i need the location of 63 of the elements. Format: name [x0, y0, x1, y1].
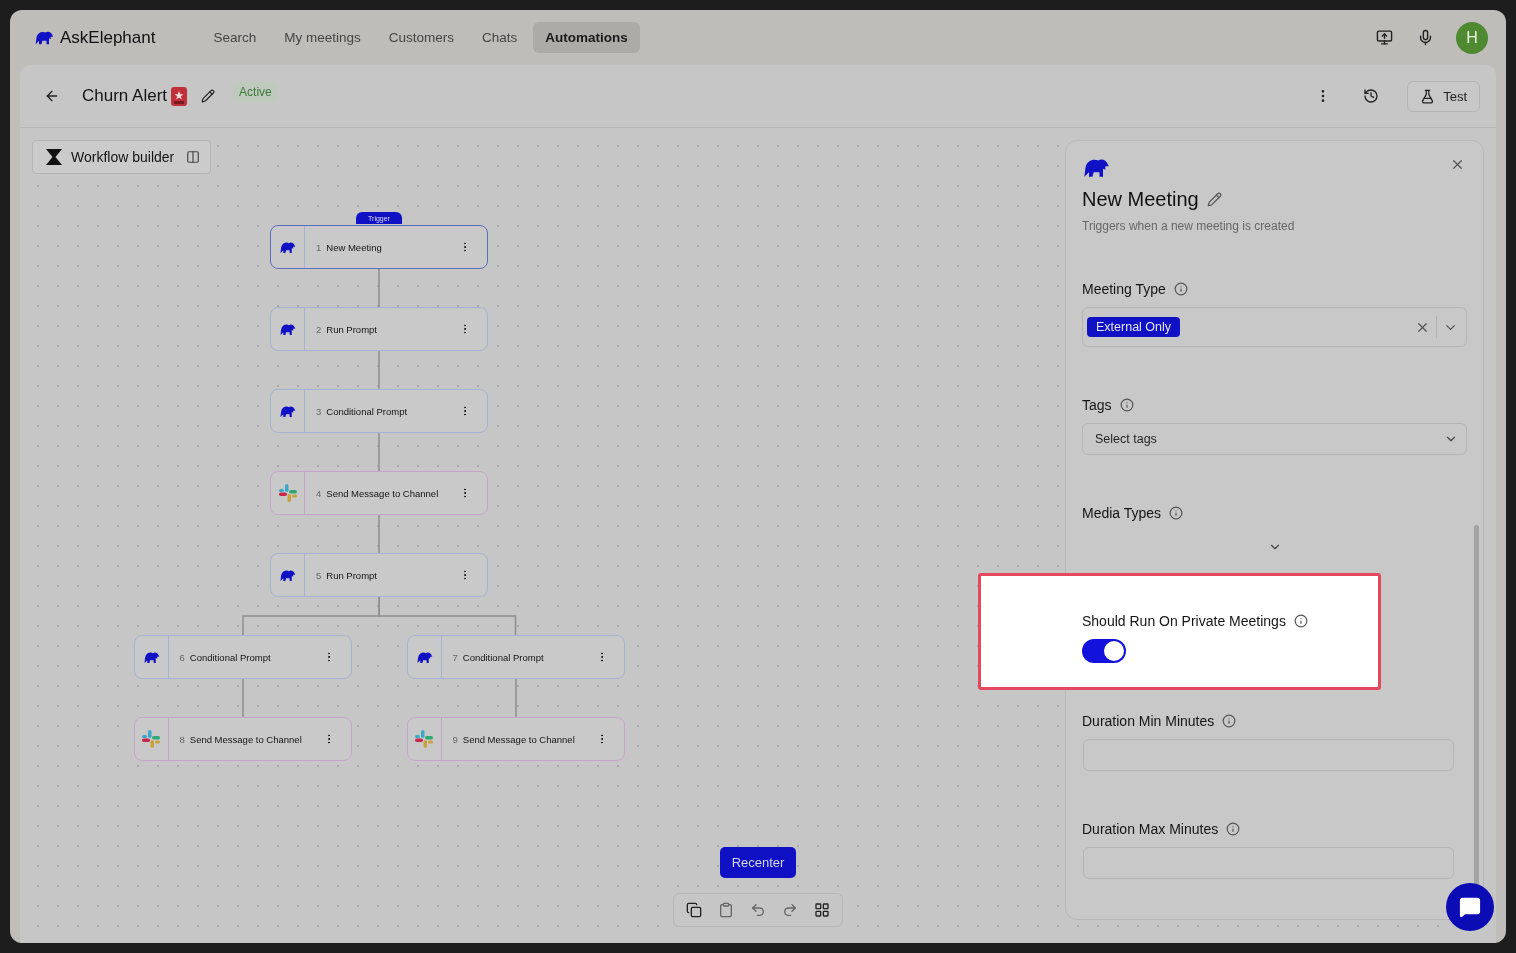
elephant-icon	[279, 322, 296, 336]
edit-pencil-icon[interactable]	[1206, 192, 1222, 207]
workflow-node[interactable]: 9 Send Message to Channel	[406, 717, 625, 761]
status-badge: Active	[233, 82, 278, 102]
workflow-node[interactable]: 3 Conditional Prompt	[270, 389, 488, 433]
nav-link[interactable]: Customers	[376, 22, 467, 53]
workflow-node[interactable]: 8 Send Message to Channel	[133, 717, 352, 761]
siren-icon	[171, 86, 188, 106]
flask-icon	[1420, 88, 1436, 104]
nav-link[interactable]: Automations	[533, 22, 640, 53]
panel-description: Triggers when a new meeting is created	[1082, 219, 1296, 233]
field-label: Duration Min Minutes	[1082, 713, 1215, 729]
connector-line	[378, 351, 380, 389]
workflow-node[interactable]: 2 Run Prompt	[270, 307, 488, 351]
panel-toggle-icon[interactable]	[186, 150, 201, 164]
workflow-title: Churn Alert	[82, 86, 168, 106]
nav-link[interactable]: My meetings	[272, 22, 373, 53]
workflow-builder-button[interactable]: Workflow builder	[32, 140, 212, 174]
info-icon[interactable]	[1222, 714, 1237, 728]
nav-link[interactable]: Search	[201, 22, 269, 53]
workflow-node[interactable]: 5 Run Prompt	[270, 553, 488, 597]
info-icon[interactable]	[1119, 398, 1134, 412]
info-icon[interactable]	[1173, 282, 1188, 296]
info-icon[interactable]	[1293, 614, 1308, 628]
multi-select-field[interactable]: External Only	[1082, 307, 1467, 347]
slack-icon	[414, 729, 434, 749]
user-avatar[interactable]: H	[1456, 21, 1488, 54]
hourglass-icon	[45, 149, 63, 165]
field-label: Duration Max Minutes	[1082, 821, 1219, 837]
recenter-button[interactable]: Recenter	[719, 847, 797, 878]
select-field[interactable]: Select tags	[1082, 423, 1467, 455]
connector-line	[378, 515, 380, 553]
connector-line	[514, 679, 517, 717]
workflow-node[interactable]: 7 Conditional Prompt	[406, 635, 625, 679]
app-name: AskElephant	[60, 27, 156, 48]
connector-line	[241, 679, 244, 717]
test-button[interactable]: Test	[1407, 80, 1480, 112]
toggle-switch[interactable]	[1082, 639, 1126, 663]
nav-link[interactable]: Chats	[470, 22, 530, 53]
connector-line	[378, 269, 380, 307]
panel-title: New Meeting	[1082, 188, 1199, 211]
selected-chip: External Only	[1087, 317, 1181, 337]
logo-icon	[34, 30, 54, 45]
field-label: Tags	[1082, 397, 1112, 413]
workflow-node[interactable]: 1 New Meeting	[270, 225, 488, 269]
chat-bubble-icon	[1459, 896, 1481, 918]
workflow-node[interactable]: 4 Send Message to Channel	[270, 471, 488, 515]
workflow-node[interactable]: 6 Conditional Prompt	[133, 635, 352, 679]
connector-line	[378, 433, 380, 471]
field-label: Meeting Type	[1082, 281, 1166, 297]
slack-icon	[141, 729, 161, 749]
scrollbar[interactable]	[1474, 525, 1479, 885]
elephant-icon	[1082, 157, 1110, 178]
elephant-icon	[279, 240, 296, 254]
elephant-icon	[142, 650, 160, 664]
elephant-icon	[279, 404, 296, 418]
elephant-icon	[415, 650, 433, 664]
elephant-icon	[279, 568, 296, 582]
info-icon[interactable]	[1226, 822, 1241, 836]
slack-icon	[277, 483, 298, 503]
field-label: Media Types	[1082, 505, 1162, 521]
info-icon[interactable]	[1169, 506, 1184, 520]
field-label: Should Run On Private Meetings	[1082, 613, 1286, 629]
